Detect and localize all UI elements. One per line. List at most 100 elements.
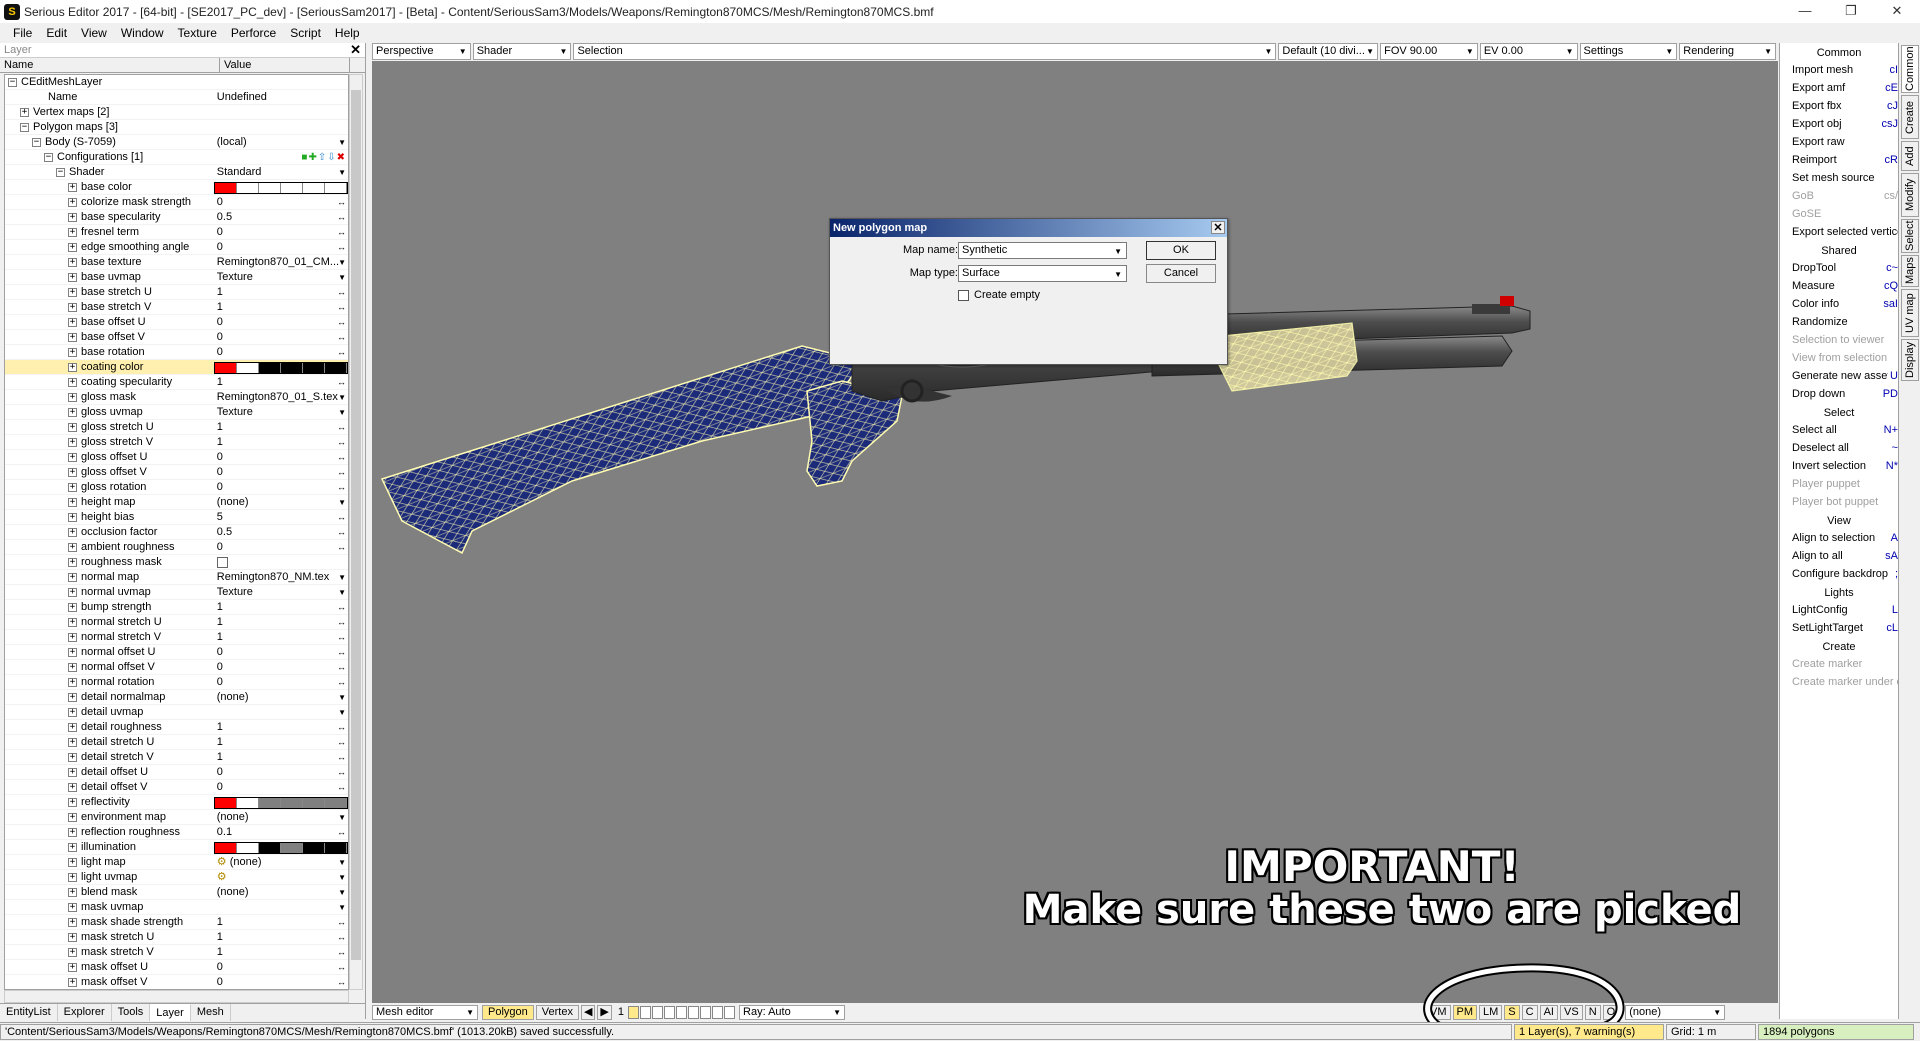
prev-page-button[interactable]: ◀ [580,1004,596,1020]
property-row[interactable]: + illumination [5,840,348,855]
property-value[interactable] [214,105,348,120]
dropdown-arrow-icon[interactable]: ▼ [338,870,346,885]
property-value[interactable]: (local) ▼ [214,135,348,150]
property-value[interactable]: 0 ↔ [214,450,348,465]
tool-droptool[interactable]: DropTool c~ [1780,259,1898,277]
tool-align-to-selection[interactable]: Align to selection A [1780,529,1898,547]
expand-icon[interactable]: + [68,347,77,357]
tab-layer[interactable]: Layer [150,1004,191,1021]
expand-icon[interactable]: + [68,557,77,567]
property-row[interactable]: + coating color [5,360,348,375]
spinner-icon[interactable]: ↔ [337,675,346,690]
spinner-icon[interactable]: ↔ [337,930,346,945]
property-row[interactable]: − Body (S-7059) (local) ▼ [5,135,348,150]
property-row[interactable]: + normal offset V 0 ↔ [5,660,348,675]
property-row[interactable]: + normal uvmap Texture ▼ [5,585,348,600]
property-value[interactable]: 0 ↔ [214,540,348,555]
spinner-icon[interactable]: ↔ [337,780,346,795]
expand-icon[interactable]: + [68,227,77,237]
expand-icon[interactable]: + [68,437,77,447]
tool-export-raw[interactable]: Export raw [1780,133,1898,151]
create-empty-checkbox[interactable]: Create empty [958,289,1040,301]
spinner-icon[interactable]: ↔ [337,765,346,780]
rendering-dropdown[interactable]: Rendering ▼ [1679,43,1776,60]
property-row[interactable]: + normal stretch V 1 ↔ [5,630,348,645]
dropdown-arrow-icon[interactable]: ▼ [338,135,346,150]
expand-icon[interactable]: + [68,962,77,972]
spinner-icon[interactable]: ↔ [337,330,346,345]
tool-deselect-all[interactable]: Deselect all ~ [1780,439,1898,457]
tool-gob[interactable]: GoB cs/ [1780,187,1898,205]
close-window-button[interactable]: ✕ [1874,0,1920,23]
tool-export-obj[interactable]: Export obj csJ [1780,115,1898,133]
spinner-icon[interactable]: ↔ [337,375,346,390]
property-row[interactable]: + base stretch U 1 ↔ [5,285,348,300]
property-row[interactable]: + gloss rotation 0 ↔ [5,480,348,495]
dropdown-arrow-icon[interactable]: ▼ [338,855,346,870]
spinner-icon[interactable]: ↔ [337,315,346,330]
property-value[interactable]: 0 ↔ [214,675,348,690]
property-row[interactable]: + mask shade strength 1 ↔ [5,915,348,930]
tool-measure[interactable]: Measure cQ [1780,277,1898,295]
property-value[interactable]: ■✚⇧⇩✖ [214,150,348,165]
selection-dropdown[interactable]: Selection ▼ [573,43,1277,60]
expand-icon[interactable]: + [68,752,77,762]
expand-icon[interactable]: + [68,857,77,867]
restore-button[interactable]: ❐ [1828,0,1874,23]
property-value[interactable] [214,555,348,570]
property-value[interactable]: (none) ▼ [214,495,348,510]
dialog-close-icon[interactable]: ✕ [1211,221,1225,234]
property-row[interactable]: + coating specularity 1 ↔ [5,375,348,390]
property-row[interactable]: + mask stretch V 1 ↔ [5,945,348,960]
property-row[interactable]: + normal stretch U 1 ↔ [5,615,348,630]
expand-icon[interactable]: + [68,767,77,777]
expand-icon[interactable]: + [68,212,77,222]
property-row[interactable]: + mask stretch U 1 ↔ [5,930,348,945]
expand-icon[interactable]: + [68,542,77,552]
editor-mode-dropdown[interactable]: Mesh editor ▼ [372,1004,478,1020]
property-row[interactable]: + height bias 5 ↔ [5,510,348,525]
color-swatch[interactable] [213,841,348,854]
menu-script[interactable]: Script [283,26,328,40]
checkbox-box[interactable] [958,289,969,301]
expand-icon[interactable]: + [68,287,77,297]
vtab-add[interactable]: Add [1901,141,1919,171]
property-row[interactable]: + base uvmap Texture ▼ [5,270,348,285]
tool-lightconfig[interactable]: LightConfig L [1780,601,1898,619]
expand-icon[interactable]: + [68,392,77,402]
tab-explorer[interactable]: Explorer [58,1004,112,1021]
expand-icon[interactable]: + [68,722,77,732]
property-row[interactable]: + detail roughness 1 ↔ [5,720,348,735]
property-value[interactable]: 0 ↔ [214,480,348,495]
expand-icon[interactable]: + [68,707,77,717]
property-row[interactable]: + detail stretch U 1 ↔ [5,735,348,750]
next-page-button[interactable]: ▶ [597,1004,612,1020]
expand-icon[interactable]: + [68,482,77,492]
expand-icon[interactable]: + [68,647,77,657]
property-row[interactable]: + mask offset U 0 ↔ [5,960,348,975]
spinner-icon[interactable]: ↔ [337,735,346,750]
minimize-button[interactable]: — [1782,0,1828,23]
spinner-icon[interactable]: ↔ [337,645,346,660]
property-value[interactable]: 1 ↔ [214,420,348,435]
ok-button[interactable]: OK [1146,241,1216,260]
expand-icon[interactable]: + [68,467,77,477]
expand-icon[interactable]: + [68,452,77,462]
spinner-icon[interactable]: ↔ [337,825,346,840]
target-dropdown[interactable]: (none) ▼ [1625,1004,1726,1020]
dropdown-arrow-icon[interactable]: ▼ [338,900,346,915]
property-row[interactable]: + gloss offset V 0 ↔ [5,465,348,480]
layer-slot[interactable] [724,1005,736,1019]
property-value[interactable]: 0 ↔ [214,240,348,255]
property-row[interactable]: + light map ⚙ (none) ▼ [5,855,348,870]
property-value[interactable]: 1 ↔ [214,735,348,750]
collapse-icon[interactable]: − [44,152,53,162]
expand-icon[interactable]: + [68,602,77,612]
property-value[interactable]: 5 ↔ [214,510,348,525]
property-value[interactable]: 1 ↔ [214,750,348,765]
property-value[interactable]: (none) ▼ [214,885,348,900]
dropdown-arrow-icon[interactable]: ▼ [338,390,346,405]
property-value[interactable]: 1 ↔ [214,435,348,450]
property-row[interactable]: + detail uvmap ▼ [5,705,348,720]
spinner-icon[interactable]: ↔ [337,615,346,630]
